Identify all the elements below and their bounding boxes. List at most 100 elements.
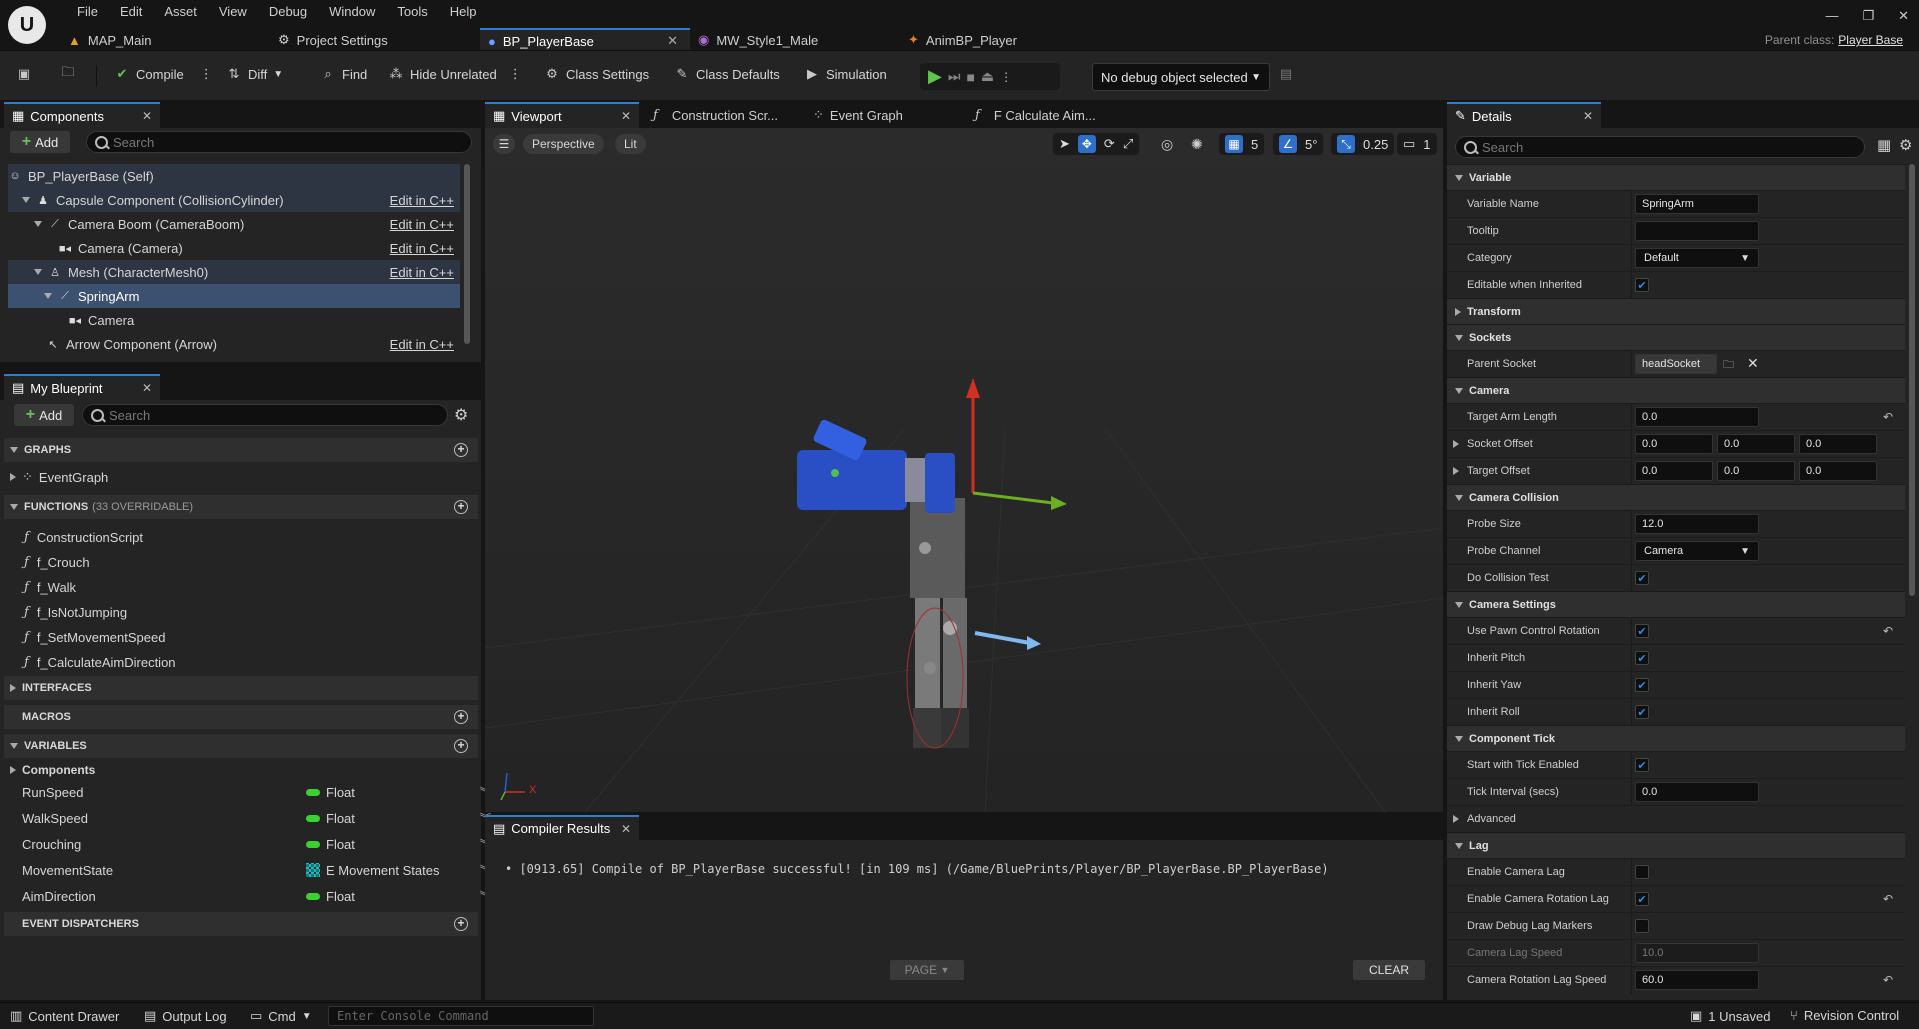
expand-arrow-icon[interactable]	[10, 473, 16, 481]
row-advanced[interactable]: Advanced	[1447, 805, 1905, 832]
settings-gear-icon[interactable]: ⚙	[454, 405, 468, 425]
grid-snap-icon[interactable]: ▦	[1225, 135, 1243, 153]
tab-viewport[interactable]: ▦ Viewport ✕	[485, 102, 639, 128]
expand-arrow-icon[interactable]	[1453, 440, 1459, 448]
close-icon[interactable]: ✕	[1583, 109, 1593, 123]
category-camera-collision[interactable]: Camera Collision	[1447, 484, 1905, 510]
doc-tab-project-settings[interactable]: ⚙ Project Settings	[270, 28, 480, 52]
category-transform[interactable]: Transform	[1447, 298, 1905, 324]
add-graph-icon[interactable]: +	[454, 443, 468, 457]
cmd-button[interactable]: ▭ Cmd ▼	[250, 1008, 312, 1024]
category-sockets[interactable]: Sockets	[1447, 324, 1905, 350]
browse-button[interactable]: 🗀	[60, 64, 76, 82]
do-collision-test-checkbox[interactable]: ✔	[1635, 571, 1649, 585]
save-button[interactable]: ▣	[16, 66, 32, 82]
category-camera-settings[interactable]: Camera Settings	[1447, 591, 1905, 617]
menu-file[interactable]: File	[66, 3, 109, 21]
world-space-icon[interactable]: ◎	[1161, 136, 1173, 153]
category-camera[interactable]: Camera	[1447, 377, 1905, 403]
add-variable-icon[interactable]: +	[454, 739, 468, 753]
tree-item-mesh[interactable]: ♙ Mesh (CharacterMesh0) Edit in C++	[8, 260, 460, 284]
select-tool-icon[interactable]: ➤	[1059, 136, 1070, 152]
reset-default-icon[interactable]: ↶	[1883, 624, 1893, 638]
edit-in-cpp-link[interactable]: Edit in C++	[390, 217, 454, 232]
inherit-yaw-checkbox[interactable]: ✔	[1635, 678, 1649, 692]
close-icon[interactable]: ✕	[142, 381, 152, 395]
variable-item[interactable]: RunSpeedFloat︾	[22, 781, 491, 803]
target-arm-length-field[interactable]: 0.0	[1635, 407, 1759, 427]
tick-interval-field[interactable]: 0.0	[1635, 782, 1759, 802]
menu-asset[interactable]: Asset	[153, 3, 208, 21]
add-function-icon[interactable]: +	[454, 500, 468, 514]
category-lag[interactable]: Lag	[1447, 832, 1905, 858]
tree-item-camera-boom[interactable]: ⟋ Camera Boom (CameraBoom) Edit in C++	[8, 212, 460, 236]
clear-button[interactable]: CLEAR	[1353, 960, 1425, 980]
function-item[interactable]: ƒ f_Walk	[24, 576, 76, 598]
reset-default-icon[interactable]: ↶	[1883, 892, 1893, 906]
tab-my-blueprint[interactable]: ▤ My Blueprint ✕	[4, 374, 160, 400]
tab-calculate-aim[interactable]: ƒF Calculate Aim...	[967, 102, 1117, 128]
tab-compiler-results[interactable]: ▤ Compiler Results ✕	[485, 815, 639, 840]
rotate-tool-icon[interactable]: ⟳	[1104, 136, 1115, 152]
scale-snap-icon[interactable]: ⤡	[1337, 135, 1355, 153]
add-component-button[interactable]: + Add	[10, 131, 70, 153]
expand-arrow-icon[interactable]	[34, 221, 42, 227]
menu-debug[interactable]: Debug	[258, 3, 318, 21]
edit-in-cpp-link[interactable]: Edit in C++	[390, 337, 454, 352]
debug-filter-button[interactable]: ▤	[1278, 66, 1294, 82]
menu-edit[interactable]: Edit	[109, 3, 153, 21]
browse-socket-icon[interactable]: 🗀	[1723, 356, 1734, 375]
perspective-button[interactable]: Perspective	[523, 134, 604, 154]
close-icon[interactable]: ✕	[621, 109, 631, 123]
stop-icon[interactable]: ■	[966, 69, 974, 85]
use-pawn-control-rotation-checkbox[interactable]: ✔	[1635, 624, 1649, 638]
my-blueprint-search-input[interactable]: Search	[82, 404, 448, 426]
edit-in-cpp-link[interactable]: Edit in C++	[390, 241, 454, 256]
play-icon[interactable]: ▶	[928, 66, 942, 87]
tab-event-graph[interactable]: ⁘ Event Graph	[805, 102, 955, 128]
compile-button[interactable]: ✔ Compile ⋮	[114, 66, 213, 82]
edit-in-cpp-link[interactable]: Edit in C++	[390, 193, 454, 208]
function-item[interactable]: ƒ f_CalculateAimDirection	[24, 651, 176, 673]
doc-tab-mw-style[interactable]: ◉ MW_Style1_Male	[690, 28, 900, 52]
add-macro-icon[interactable]: +	[454, 710, 468, 724]
edit-in-cpp-link[interactable]: Edit in C++	[390, 265, 454, 280]
maximize-icon[interactable]: ❐	[1862, 8, 1874, 24]
inherit-pitch-checkbox[interactable]: ✔	[1635, 651, 1649, 665]
expand-arrow-icon[interactable]	[1453, 467, 1459, 475]
variable-item[interactable]: AimDirectionFloat︾	[22, 885, 491, 907]
target-offset-z[interactable]: 0.0	[1799, 461, 1877, 481]
more-options-icon[interactable]: ⋮	[200, 66, 213, 82]
enable-camera-lag-checkbox[interactable]	[1635, 865, 1649, 879]
find-button[interactable]: ⌕ Find	[320, 66, 367, 82]
tab-construction-script[interactable]: ƒ Construction Scr...	[645, 102, 795, 128]
function-item[interactable]: ƒ f_SetMovementSpeed	[24, 626, 165, 648]
menu-window[interactable]: Window	[318, 3, 386, 21]
tree-item-springarm-camera[interactable]: ■◂ Camera	[8, 308, 460, 332]
debug-object-select[interactable]: No debug object selected ▼	[1092, 63, 1270, 91]
more-options-icon[interactable]: ⋮	[1000, 70, 1012, 84]
add-member-button[interactable]: + Add	[14, 404, 74, 426]
details-scrollbar[interactable]	[1909, 164, 1915, 596]
function-item[interactable]: ƒ f_Crouch	[24, 551, 90, 573]
revision-control-button[interactable]: ⑂ Revision Control	[1790, 1008, 1899, 1023]
graph-item-eventgraph[interactable]: ⁘ EventGraph	[10, 466, 108, 488]
unreal-logo-icon[interactable]: U	[8, 6, 46, 44]
class-defaults-button[interactable]: ✎ Class Defaults	[674, 66, 780, 82]
eject-icon[interactable]: ⏏	[981, 68, 994, 85]
add-dispatcher-icon[interactable]: +	[454, 917, 468, 931]
viewport-menu-button[interactable]: ☰	[493, 134, 515, 154]
components-scrollbar[interactable]	[464, 164, 470, 344]
rotation-snap-icon[interactable]: ∠	[1279, 135, 1297, 153]
category-dropdown[interactable]: Default ▼	[1635, 248, 1759, 268]
socket-offset-y[interactable]: 0.0	[1717, 434, 1795, 454]
menu-view[interactable]: View	[208, 3, 258, 21]
function-item[interactable]: ƒ ConstructionScript	[24, 526, 143, 548]
page-button[interactable]: PAGE ▼	[890, 960, 964, 980]
expand-arrow-icon[interactable]	[22, 197, 30, 203]
frame-skip-icon[interactable]: ⏭	[948, 68, 961, 85]
content-drawer-button[interactable]: ▥ Content Drawer	[10, 1008, 119, 1024]
variable-item[interactable]: CrouchingFloat︾	[22, 833, 491, 855]
doc-tab-animbp[interactable]: ✦ AnimBP_Player	[900, 28, 1110, 52]
tree-item-capsule[interactable]: ♟ Capsule Component (CollisionCylinder) Ed…	[8, 188, 460, 212]
